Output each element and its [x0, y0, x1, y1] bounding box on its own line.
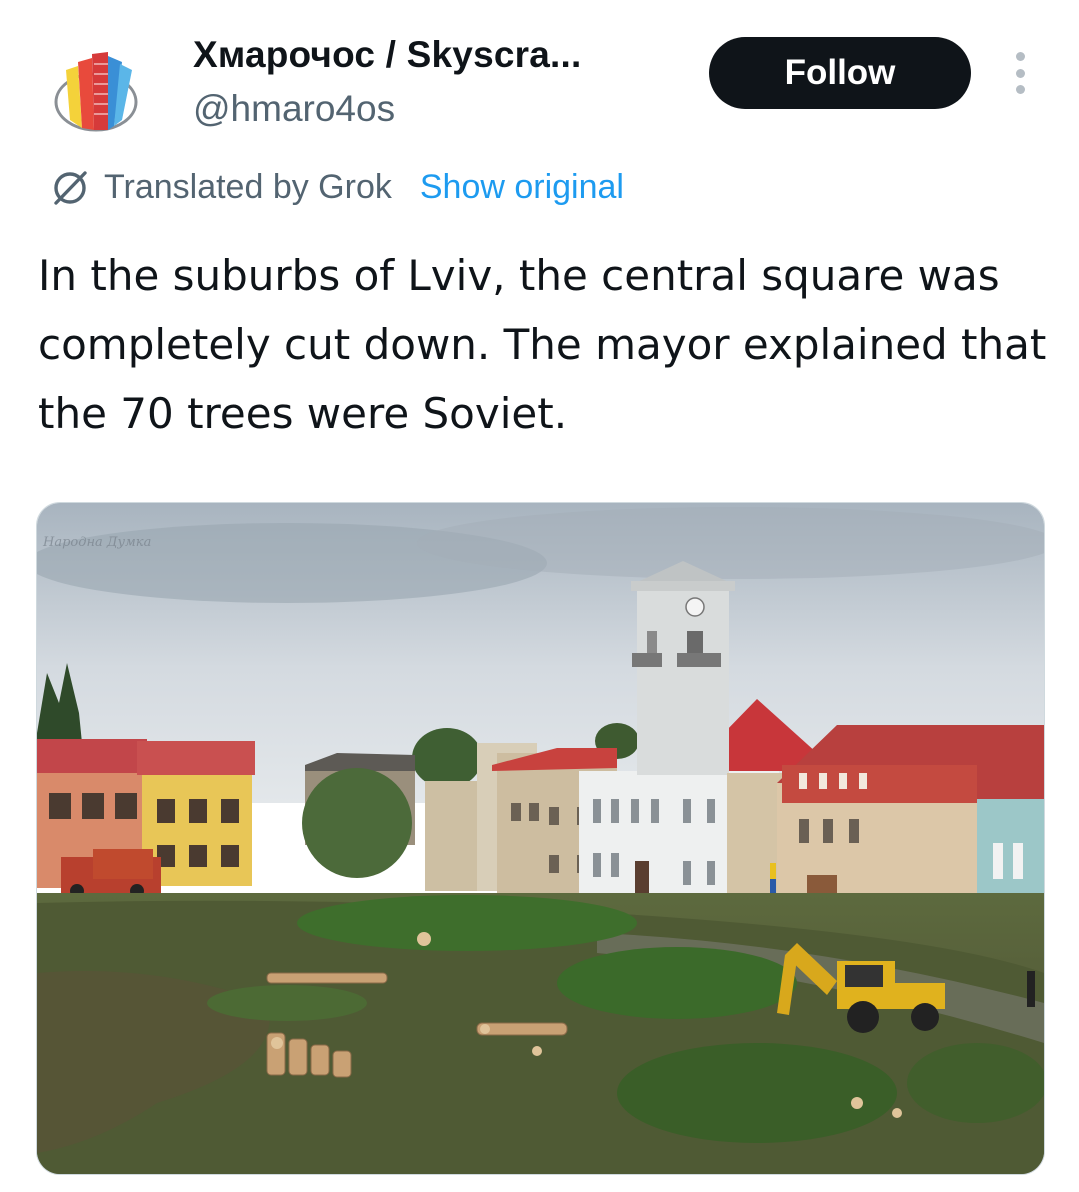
translated-label: Translated by Grok	[104, 167, 392, 206]
skyscraper-logo-icon	[54, 52, 138, 132]
translation-row: Translated by Grok Show original	[48, 162, 624, 212]
photo-watermark: Народна Думка	[43, 535, 152, 550]
show-original-link[interactable]: Show original	[420, 168, 624, 207]
author-display-name[interactable]: Хмарочос / Skyscra...	[193, 34, 581, 76]
tweet-photo[interactable]: Народна Думка	[36, 502, 1045, 1175]
more-icon[interactable]	[1008, 52, 1032, 94]
follow-button[interactable]: Follow	[709, 37, 971, 109]
author-avatar[interactable]	[52, 40, 140, 132]
tweet-text: In the suburbs of Lviv, the central squa…	[38, 251, 1047, 438]
author-handle[interactable]: @hmaro4os	[193, 88, 395, 130]
photo-square-cleared-trees	[37, 503, 1044, 1174]
grok-icon	[54, 171, 87, 205]
